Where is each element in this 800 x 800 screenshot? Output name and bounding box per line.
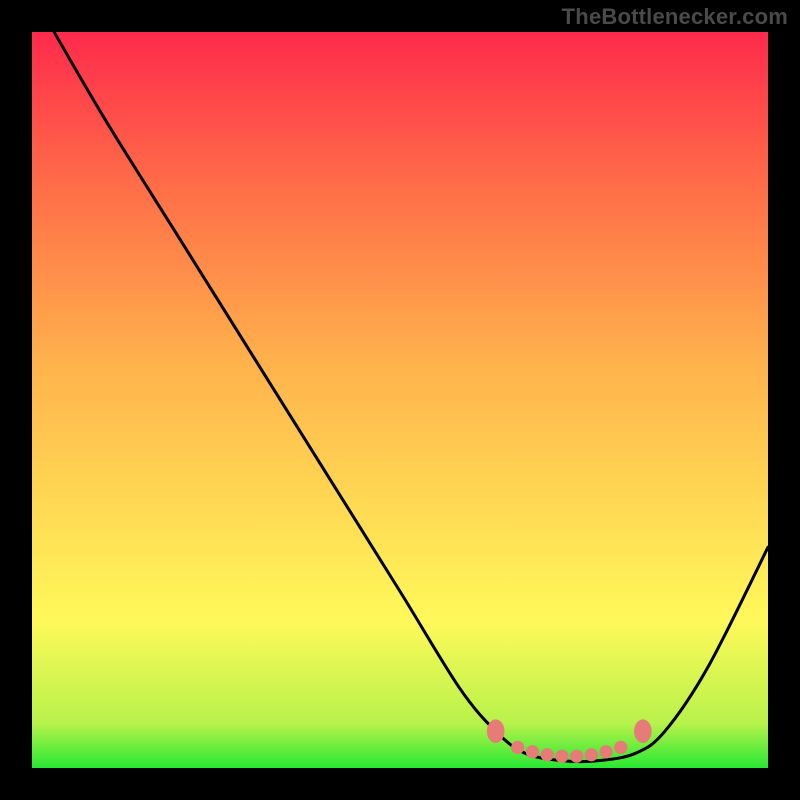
optimal-marker xyxy=(541,748,554,761)
chart-background xyxy=(32,32,768,768)
optimal-marker xyxy=(599,745,612,758)
optimal-marker xyxy=(511,741,524,754)
optimal-marker xyxy=(614,741,627,754)
optimal-marker xyxy=(555,750,568,763)
attribution-text: TheBottlenecker.com xyxy=(562,4,788,30)
chart-frame: TheBottlenecker.com xyxy=(0,0,800,800)
optimal-marker xyxy=(585,748,598,761)
optimal-marker xyxy=(487,719,505,743)
optimal-marker xyxy=(634,719,652,743)
optimal-marker xyxy=(570,750,583,763)
optimal-marker xyxy=(526,745,539,758)
bottleneck-chart xyxy=(32,32,768,768)
